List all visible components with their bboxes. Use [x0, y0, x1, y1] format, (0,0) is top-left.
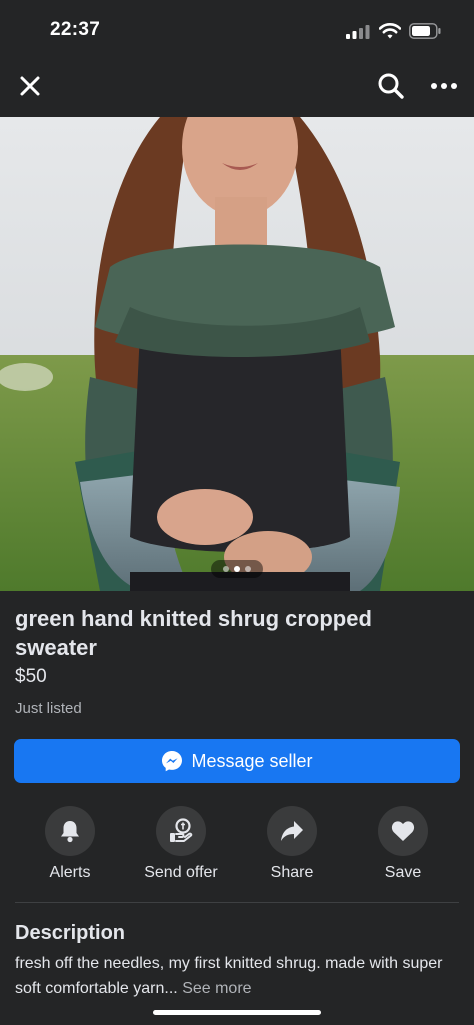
status-bar: 22:37 — [0, 0, 474, 62]
save-button[interactable]: Save — [348, 806, 458, 882]
heart-icon — [391, 821, 415, 841]
save-circle — [378, 806, 428, 856]
close-icon — [20, 76, 40, 96]
home-indicator[interactable] — [153, 1010, 321, 1015]
battery-icon — [409, 23, 441, 39]
more-options-button[interactable] — [426, 69, 462, 103]
description-text: fresh off the needles, my first knitted … — [15, 951, 460, 1001]
listing-photo[interactable] — [0, 117, 474, 591]
alerts-button[interactable]: Alerts — [15, 806, 125, 882]
share-circle — [267, 806, 317, 856]
listing-time: Just listed — [15, 700, 82, 717]
alerts-label: Alerts — [49, 864, 91, 881]
status-time: 22:37 — [50, 19, 101, 40]
send-offer-label: Send offer — [144, 864, 218, 881]
send-offer-circle — [156, 806, 206, 856]
pagination-dot-active — [234, 566, 240, 572]
more-dots-icon — [431, 83, 457, 89]
search-button[interactable] — [374, 69, 408, 103]
save-label: Save — [384, 864, 422, 881]
bell-icon — [61, 821, 79, 843]
pagination-dot — [223, 566, 229, 572]
message-seller-button[interactable]: Message seller — [14, 739, 460, 783]
send-offer-button[interactable]: Send offer — [126, 806, 236, 882]
offer-icon — [170, 818, 193, 842]
listing-price: $50 — [15, 666, 47, 687]
section-divider — [15, 902, 459, 903]
search-icon — [378, 73, 404, 99]
top-nav-bar — [0, 62, 474, 117]
see-more-link[interactable]: See more — [182, 980, 251, 997]
wifi-icon — [379, 23, 401, 39]
message-seller-label: Message seller — [191, 750, 313, 771]
share-icon — [281, 821, 303, 841]
photo-pagination[interactable] — [211, 560, 263, 578]
listing-title: green hand knitted shrug cropped sweater — [15, 606, 372, 660]
messenger-icon — [162, 751, 183, 772]
close-button[interactable] — [14, 70, 46, 102]
cellular-signal-icon — [346, 25, 370, 39]
description-heading: Description — [15, 922, 126, 944]
share-button[interactable]: Share — [237, 806, 347, 882]
pagination-dot — [245, 566, 251, 572]
share-label: Share — [270, 864, 314, 881]
alerts-circle — [45, 806, 95, 856]
